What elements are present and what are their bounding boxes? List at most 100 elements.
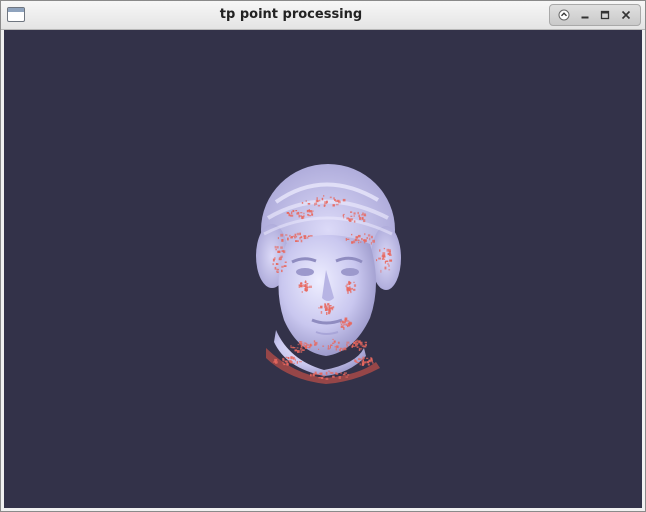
highlight-point <box>327 345 329 348</box>
highlight-point <box>324 304 326 306</box>
highlight-point <box>321 372 323 374</box>
highlight-point <box>345 323 348 326</box>
highlight-point <box>340 325 344 328</box>
highlight-point <box>322 345 325 347</box>
highlight-point <box>341 320 344 323</box>
highlight-point <box>300 239 303 243</box>
highlight-point <box>308 209 310 211</box>
highlight-point <box>306 344 309 346</box>
highlight-point <box>357 211 359 215</box>
highlight-point <box>355 345 358 347</box>
highlight-point <box>351 233 353 236</box>
highlight-point <box>357 234 361 238</box>
highlight-point <box>347 374 350 376</box>
highlight-point <box>284 360 288 363</box>
highlight-point <box>318 377 321 379</box>
highlight-point <box>366 237 368 239</box>
highlight-point <box>372 239 375 243</box>
highlight-point <box>340 347 343 349</box>
highlight-point <box>307 213 309 216</box>
highlight-point <box>332 338 334 340</box>
highlight-point <box>353 288 356 291</box>
face <box>278 235 376 356</box>
highlight-point <box>302 349 305 351</box>
highlight-point <box>344 372 347 374</box>
highlight-point <box>339 349 341 352</box>
highlight-point <box>303 212 305 215</box>
highlight-point <box>364 233 366 236</box>
highlight-point <box>294 236 296 239</box>
highlight-point <box>362 363 365 365</box>
highlight-point <box>338 376 341 379</box>
highlight-point <box>275 248 277 251</box>
highlight-point <box>386 248 390 252</box>
highlight-point <box>358 340 361 343</box>
highlight-point <box>305 346 307 349</box>
highlight-point <box>351 287 353 290</box>
highlight-point <box>320 311 323 314</box>
highlight-point <box>327 303 330 306</box>
highlight-point <box>353 220 356 223</box>
highlight-point <box>296 236 298 238</box>
highlight-point <box>312 373 315 377</box>
highlight-point <box>345 238 347 241</box>
highlight-point <box>305 283 307 287</box>
highlight-point <box>315 202 318 205</box>
highlight-point <box>354 340 357 343</box>
highlight-point <box>361 345 364 347</box>
highlight-point <box>363 239 367 242</box>
close-icon[interactable] <box>618 7 634 23</box>
highlight-point <box>346 343 348 346</box>
highlight-point <box>389 259 393 262</box>
highlight-point <box>273 361 277 363</box>
highlight-point <box>300 283 302 285</box>
highlight-point <box>305 343 308 345</box>
highlight-point <box>358 239 360 242</box>
highlight-point <box>297 350 300 353</box>
highlight-point <box>290 345 292 348</box>
highlight-point <box>329 345 331 349</box>
highlight-point <box>314 202 316 206</box>
highlight-point <box>348 280 350 284</box>
title-bar[interactable]: tp point processing <box>1 1 645 30</box>
highlight-point <box>327 370 331 372</box>
highlight-point <box>307 346 310 348</box>
highlight-point <box>347 289 349 292</box>
highlight-point <box>320 305 323 309</box>
shade-up-icon[interactable] <box>556 7 572 23</box>
maximize-icon[interactable] <box>597 7 613 23</box>
highlight-point <box>362 356 365 360</box>
highlight-point <box>308 215 311 217</box>
highlight-point <box>345 318 347 321</box>
highlight-point <box>376 259 378 262</box>
highlight-point <box>365 343 367 347</box>
highlight-point <box>285 356 288 358</box>
highlight-point <box>280 246 283 249</box>
highlight-point <box>340 321 342 324</box>
minimize-icon[interactable] <box>577 7 593 23</box>
highlight-point <box>343 321 346 323</box>
highlight-point <box>349 321 352 324</box>
highlight-point <box>300 212 303 214</box>
highlight-point <box>322 375 325 377</box>
highlight-point <box>297 211 300 214</box>
3d-viewport[interactable] <box>4 30 642 508</box>
highlight-point <box>287 357 290 360</box>
highlight-point <box>290 236 293 239</box>
highlight-point <box>311 213 314 216</box>
highlight-point <box>324 205 326 207</box>
highlight-point <box>287 237 289 241</box>
highlight-point <box>300 350 303 353</box>
highlight-point <box>364 213 366 216</box>
highlight-point <box>310 373 312 377</box>
highlight-point <box>328 309 331 313</box>
highlight-point <box>301 215 305 219</box>
highlight-point <box>388 269 391 271</box>
highlight-point <box>318 307 320 309</box>
highlight-point <box>307 203 311 205</box>
highlight-point <box>364 341 367 344</box>
highlight-point <box>367 363 370 366</box>
highlight-point <box>353 215 355 217</box>
highlight-point <box>278 257 281 260</box>
highlight-point <box>384 266 387 270</box>
